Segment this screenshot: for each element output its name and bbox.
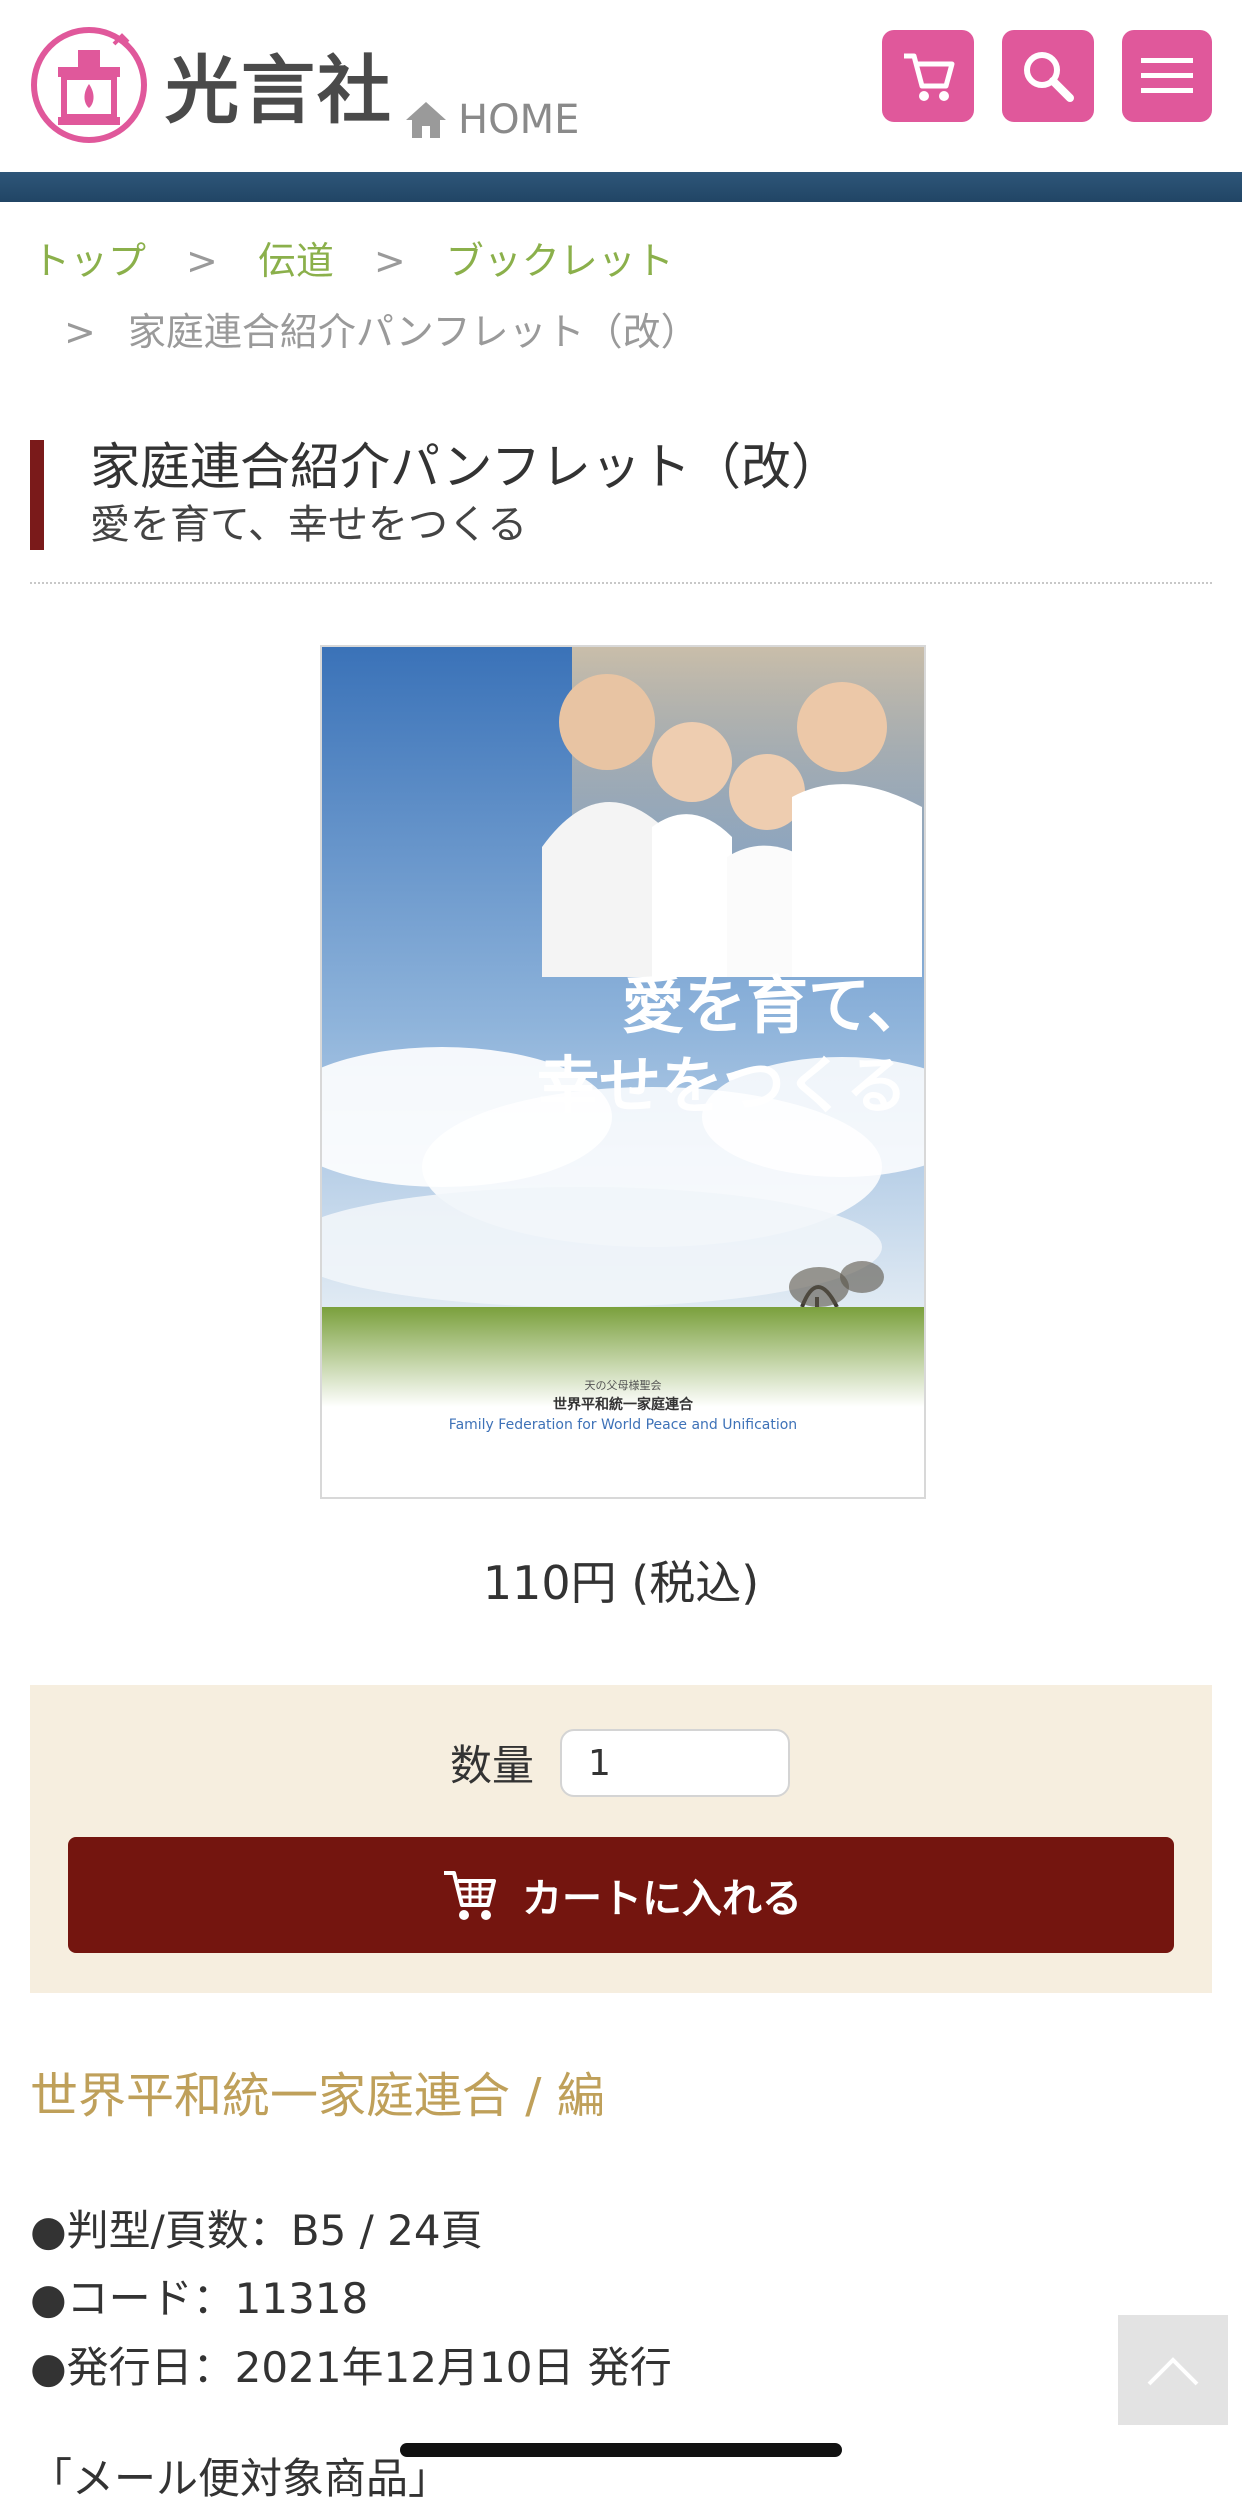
breadcrumb-separator: > bbox=[186, 239, 218, 283]
breadcrumb-current: 家庭連合紹介パンフレット（改） bbox=[127, 310, 699, 354]
header-divider-bar bbox=[0, 172, 1242, 202]
product-price: 110円 (税込) bbox=[482, 1556, 760, 1610]
add-to-cart-label: カートに入れる bbox=[522, 1876, 802, 1922]
cart-icon bbox=[904, 53, 955, 101]
lantern-logo-icon[interactable] bbox=[28, 22, 150, 144]
menu-icon bbox=[1141, 58, 1193, 93]
cover-org-en: Family Federation for World Peace and Un… bbox=[449, 1417, 797, 1433]
search-button[interactable] bbox=[1002, 30, 1094, 122]
cover-headline-line1: 愛を育て、 bbox=[622, 969, 924, 1042]
site-logo-text[interactable]: 光言社 bbox=[165, 54, 393, 128]
menu-button[interactable] bbox=[1122, 30, 1212, 122]
title-divider bbox=[30, 582, 1212, 584]
cover-org-jp: 世界平和統一家庭連合 bbox=[553, 1396, 694, 1413]
spec-code: ●コード：11318 bbox=[30, 2274, 369, 2323]
quantity-label: 数量 bbox=[450, 1741, 535, 1790]
add-to-cart-button[interactable]: カートに入れる bbox=[68, 1837, 1174, 1953]
breadcrumb-item-booklet[interactable]: ブックレット bbox=[446, 239, 674, 283]
home-label: HOME bbox=[458, 97, 580, 143]
chevron-up-icon bbox=[1147, 2357, 1199, 2386]
cover-org-small: 天の父母様聖会 bbox=[585, 1378, 662, 1392]
cover-headline-line2: 幸せをつくる bbox=[537, 1049, 908, 1122]
cart-icon bbox=[444, 1871, 496, 1920]
mail-delivery-note: 「メール便対象商品」 bbox=[30, 2454, 451, 2503]
cart-button[interactable] bbox=[882, 30, 974, 122]
search-icon bbox=[1024, 52, 1074, 102]
title-accent-bar bbox=[30, 440, 44, 550]
breadcrumb-separator: > bbox=[64, 310, 96, 354]
home-link[interactable]: HOME bbox=[404, 100, 579, 140]
site-header: 光言社 HOME bbox=[0, 0, 1242, 172]
spec-release-date: ●発行日：2021年12月10日 発行 bbox=[30, 2343, 672, 2392]
home-icon bbox=[406, 102, 446, 138]
page-title: 家庭連合紹介パンフレット（改） bbox=[90, 438, 841, 496]
product-editor: 世界平和統一家庭連合 / 編 bbox=[30, 2068, 605, 2124]
product-cover-image: 愛を育て、 幸せをつくる 天の父母様聖会 世界平和統一家庭連合 Family F… bbox=[320, 645, 926, 1499]
add-to-cart-panel: 数量 カートに入れる bbox=[30, 1685, 1212, 1993]
breadcrumb-item-dendo[interactable]: 伝道 bbox=[258, 239, 334, 283]
quantity-input[interactable] bbox=[560, 1729, 790, 1797]
home-indicator[interactable] bbox=[400, 2443, 842, 2457]
scroll-to-top-button[interactable] bbox=[1118, 2315, 1228, 2425]
breadcrumb-item-top[interactable]: トップ bbox=[32, 239, 146, 283]
spec-format: ●判型/頁数：B5 / 24頁 bbox=[30, 2206, 483, 2255]
breadcrumb-current-row: > 家庭連合紹介パンフレット（改） bbox=[64, 313, 699, 351]
breadcrumb: トップ > 伝道 > ブックレット bbox=[32, 242, 674, 280]
page-subtitle: 愛を育て、幸せをつくる bbox=[90, 502, 528, 548]
breadcrumb-separator: > bbox=[373, 239, 406, 283]
